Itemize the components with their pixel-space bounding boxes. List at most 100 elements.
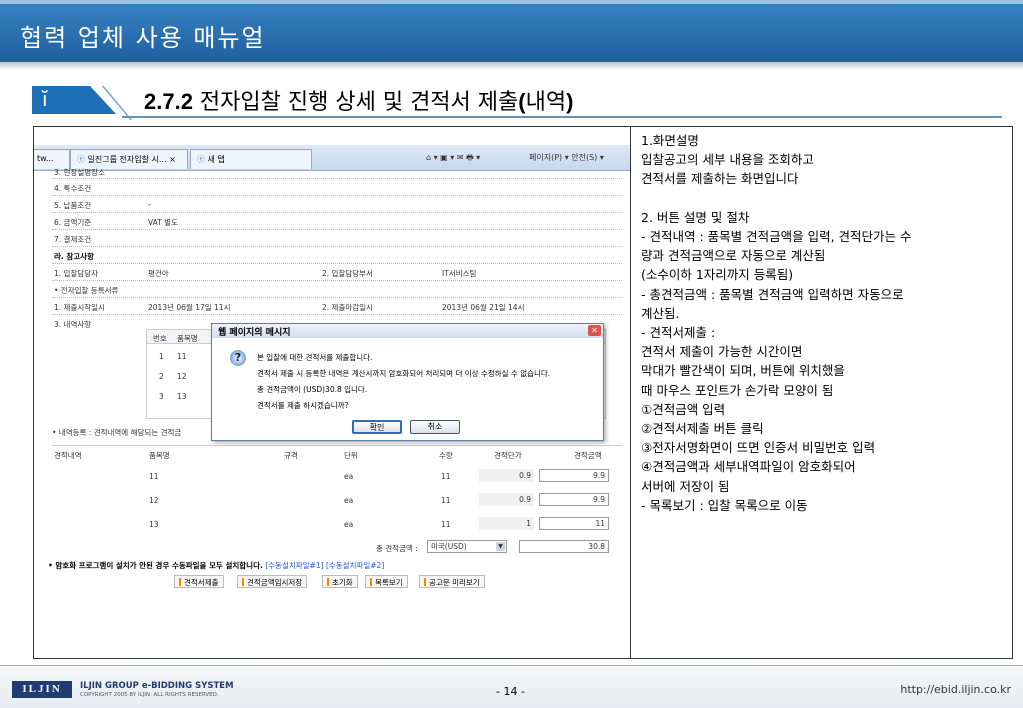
unit-price-cell: 0.9 xyxy=(479,469,534,482)
table-cell: 1 xyxy=(159,352,164,361)
submit-quote-button[interactable]: 견적서제출 xyxy=(174,575,224,588)
table-row: 4. 특수조건 xyxy=(52,179,622,196)
row-label: • 전자입찰 등록서류 xyxy=(54,286,119,295)
dialog-line: 본 입찰에 대한 견적서를 제출합니다. xyxy=(257,353,373,362)
header-shadow xyxy=(0,62,1023,70)
section-rule xyxy=(122,116,1002,118)
desc-line: 막대가 빨간색이 되며, 버튼에 위치했을 xyxy=(641,363,845,379)
row-label: 1. 제출시작일시 xyxy=(54,303,105,312)
desc-line: 견적서를 제출하는 화면입니다 xyxy=(641,171,799,187)
table-cell: 3 xyxy=(159,392,164,401)
notice-text: • 암호화 프로그램이 설치가 안된 경우 수동파일을 모두 설치합니다. xyxy=(48,561,263,570)
desc-line: 때 마우스 포인트가 손가락 모양이 됨 xyxy=(641,382,834,398)
table-row: 3. 현장설명장소 xyxy=(52,167,622,179)
currency-select[interactable]: 미국(USD) ▼ xyxy=(427,540,507,553)
footer-company: ILJIN GROUP e-BIDDING SYSTEM xyxy=(80,681,234,691)
browser-tab-new[interactable]: ⓔ 새 탭 xyxy=(190,149,312,169)
table-cell: ea xyxy=(344,472,354,481)
footer-copyright: COPYRIGHT 2005 BY ILJIN. ALL RIGHTS RESE… xyxy=(80,692,219,698)
desc-line: ③전자서명화면이 뜨면 인증서 비밀번호 입력 xyxy=(641,440,876,456)
table-cell: 11 xyxy=(177,352,187,361)
table-header-cell: 수량 xyxy=(439,451,453,460)
dialog-line: 총 견적금액이 (USD)30.8 입니다. xyxy=(257,385,368,394)
home-icon[interactable]: ⌂ ▾ ▣ ▾ ✉ 🖶 ▾ xyxy=(426,152,480,166)
table-cell: 12 xyxy=(149,496,159,505)
table-header-cell: 견적단가 xyxy=(494,451,522,460)
row-label: 2. 제출마감일시 xyxy=(322,303,373,312)
footer: ILJIN ILJIN GROUP e-BIDDING SYSTEM COPYR… xyxy=(0,665,1023,708)
desc-line: 계산됨. xyxy=(641,305,680,321)
ok-button[interactable]: 확인 xyxy=(352,420,402,434)
section-title-bold: 내역 xyxy=(525,90,567,115)
screenshot-panel: tw... ⓔ 일진그룹 전자입찰 시... × ⓔ 새 탭 ⌂ ▾ ▣ ▾ ✉… xyxy=(34,127,631,658)
description-panel: 1.화면설명 입찰공고의 세부 내용을 조회하고 견적서를 제출하는 화면입니다… xyxy=(641,131,1009,515)
row-label: 5. 납품조건 xyxy=(54,201,92,210)
dialog-line: 견적서 제출 시 등록한 내역은 계산시까지 암호화되어 처리되며 더 이상 수… xyxy=(257,369,551,378)
info-icon: ĭ xyxy=(32,86,116,114)
table-row: 라. 참고사항 xyxy=(52,247,622,264)
row-value: 2013년 06월 21일 14시 xyxy=(442,303,525,312)
table-cell: 13 xyxy=(149,520,159,529)
row-value: VAT 별도 xyxy=(148,218,178,227)
desc-line xyxy=(641,189,1009,208)
browser-toolbar[interactable]: 페이지(P) ▾ 안전(S) ▾ xyxy=(529,152,604,163)
table-row: • 전자입찰 등록서류 xyxy=(52,281,622,298)
quote-table: 품목명 규격 단위 수량 견적단가 견적금액 11 ea 11 0.9 9.9 … xyxy=(149,450,609,566)
browser-tab-label: 일진그룹 전자입찰 시... xyxy=(87,155,167,164)
section-title-main: 전자입찰 진행 상세 및 견적서 제출 xyxy=(192,90,519,115)
divider xyxy=(52,445,622,446)
company-logo: ILJIN xyxy=(12,681,72,698)
browser-tab-active[interactable]: ⓔ 일진그룹 전자입찰 시... × xyxy=(70,149,188,169)
desc-line: - 총견적금액 : 품목별 견적금액 입력하면 자동으로 xyxy=(641,286,904,302)
section-number: 2.7.2 xyxy=(144,89,193,114)
table-header-cell: 품목명 xyxy=(177,334,198,343)
manual-install-link-1[interactable]: [수동설치파일#1] xyxy=(265,561,323,570)
desc-line: (소수이하 1자리까지 등록됨) xyxy=(641,267,794,283)
row-label: 7. 결제조건 xyxy=(54,235,92,244)
quote-amount-input[interactable]: 9.9 xyxy=(539,493,609,506)
unit-price-cell: 0.9 xyxy=(479,493,534,506)
reset-button[interactable]: 초기화 xyxy=(322,575,358,588)
table-cell: ea xyxy=(344,496,354,505)
table-header-cell: 규격 xyxy=(284,451,298,460)
total-amount-field: 30.8 xyxy=(519,540,609,553)
row-value: IT서비스팀 xyxy=(442,269,477,278)
temp-save-button[interactable]: 견적금액임시저장 xyxy=(237,575,308,588)
browser-tab-label: 새 탭 xyxy=(207,155,225,164)
notice: • 암호화 프로그램이 설치가 안된 경우 수동파일을 모두 설치합니다. [수… xyxy=(48,560,384,571)
close-icon[interactable]: × xyxy=(169,155,176,164)
row-label: 2. 입찰담당부서 xyxy=(322,269,373,278)
row-label: 4. 특수조건 xyxy=(54,184,92,193)
content-frame: tw... ⓔ 일진그룹 전자입찰 시... × ⓔ 새 탭 ⌂ ▾ ▣ ▾ ✉… xyxy=(33,126,1013,659)
list-button[interactable]: 목록보기 xyxy=(365,575,408,588)
close-icon[interactable]: ✕ xyxy=(588,325,601,336)
table-cell: 2 xyxy=(159,372,164,381)
page-number: - 14 - xyxy=(496,685,525,698)
manual-install-link-2[interactable]: [수동설치파일#2] xyxy=(326,561,384,570)
total-label: 총 견적금액 : xyxy=(376,544,418,553)
table-row: 1. 입찰담당자 평건아 2. 입찰담당부서 IT서비스팀 xyxy=(52,264,622,281)
table-row: 5. 납품조건 - xyxy=(52,196,622,213)
section-heading: ĭ 2.7.2 전자입찰 진행 상세 및 견적서 제출(내역) xyxy=(32,82,1012,120)
table-header-cell: 단위 xyxy=(344,451,358,460)
footer-url: http://ebid.iljin.co.kr xyxy=(900,683,1011,696)
table-cell: 13 xyxy=(177,392,187,401)
table-header-cell: 번호 xyxy=(153,334,167,343)
quote-row-label: 견적내역 xyxy=(54,451,82,460)
header-bar: 협력 업체 사용 매뉴얼 xyxy=(0,0,1023,62)
section-title: 2.7.2 전자입찰 진행 상세 및 견적서 제출(내역) xyxy=(144,84,573,116)
row-label: 3. 내역사항 xyxy=(54,320,92,329)
desc-line: 견적서 제출이 가능한 시간이면 xyxy=(641,344,803,360)
desc-line: - 목록보기 : 입찰 목록으로 이동 xyxy=(641,497,808,513)
desc-line: ②견적서제출 버튼 클릭 xyxy=(641,421,764,437)
cancel-button[interactable]: 취소 xyxy=(410,420,460,434)
table-cell: 11 xyxy=(441,496,451,505)
table-cell: ea xyxy=(344,520,354,529)
preview-notice-button[interactable]: 공고문 미리보기 xyxy=(419,575,485,588)
row-label: 3. 현장설명장소 xyxy=(54,168,105,177)
table-row: 6. 금액기준 VAT 별도 xyxy=(52,213,622,230)
desc-line: 량과 견적금액으로 자동으로 계산됨 xyxy=(641,248,826,264)
browser-tab[interactable]: tw... xyxy=(34,149,70,169)
quote-amount-input[interactable]: 9.9 xyxy=(539,469,609,482)
quote-amount-input[interactable]: 11 xyxy=(539,517,609,530)
